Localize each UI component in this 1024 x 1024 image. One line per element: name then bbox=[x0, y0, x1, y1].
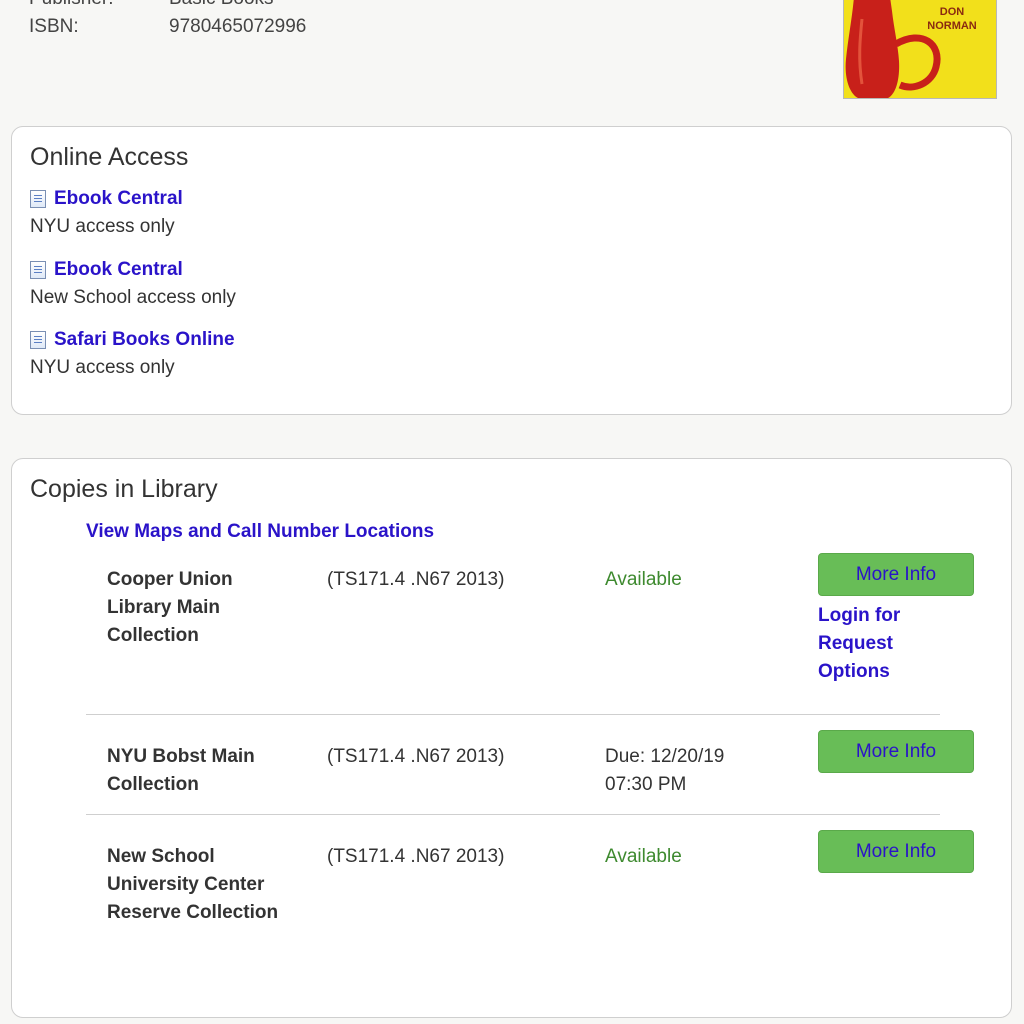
holding-call-number: (TS171.4 .N67 2013) bbox=[327, 569, 505, 590]
access-item: Ebook Central New School access only bbox=[30, 258, 236, 309]
ebook-central-link[interactable]: Ebook Central bbox=[30, 258, 236, 282]
access-item: Safari Books Online NYU access only bbox=[30, 328, 235, 379]
access-link-label: Ebook Central bbox=[54, 259, 183, 280]
holding-row: Cooper Union Library Main Collection (TS… bbox=[86, 553, 974, 706]
more-info-button[interactable]: More Info bbox=[818, 830, 974, 873]
book-cover[interactable]: DON NORMAN bbox=[843, 0, 997, 99]
record-page: Publisher: Basic Books ISBN: 97804650729… bbox=[0, 0, 1024, 1024]
copies-panel: Copies in Library View Maps and Call Num… bbox=[11, 458, 1012, 1018]
publisher-label: Publisher: bbox=[29, 0, 114, 10]
document-icon bbox=[30, 261, 46, 279]
holding-location: Cooper Union Library Main Collection bbox=[107, 569, 233, 646]
holding-location: New School University Center Reserve Col… bbox=[107, 846, 279, 923]
online-access-panel: Online Access Ebook Central NYU access o… bbox=[11, 126, 1012, 415]
cover-author: DON NORMAN bbox=[927, 6, 977, 32]
more-info-button[interactable]: More Info bbox=[818, 553, 974, 596]
more-info-button[interactable]: More Info bbox=[818, 730, 974, 773]
holding-row: NYU Bobst Main Collection (TS171.4 .N67 … bbox=[86, 730, 974, 813]
row-divider bbox=[86, 714, 940, 715]
online-access-title: Online Access bbox=[30, 143, 189, 171]
holding-location: NYU Bobst Main Collection bbox=[107, 746, 255, 795]
access-note: NYU access only bbox=[30, 357, 175, 378]
document-icon bbox=[30, 190, 46, 208]
holding-call-number: (TS171.4 .N67 2013) bbox=[327, 846, 505, 867]
holding-status: Available bbox=[605, 846, 682, 867]
isbn-label: ISBN: bbox=[29, 16, 79, 37]
document-icon bbox=[30, 331, 46, 349]
access-link-label: Safari Books Online bbox=[54, 329, 235, 350]
safari-books-link[interactable]: Safari Books Online bbox=[30, 328, 235, 352]
holding-status: Available bbox=[605, 569, 682, 590]
access-link-label: Ebook Central bbox=[54, 188, 183, 209]
ebook-central-link[interactable]: Ebook Central bbox=[30, 187, 183, 211]
copies-title: Copies in Library bbox=[30, 475, 218, 503]
login-for-request-link[interactable]: Login for Request Options bbox=[818, 602, 958, 686]
holding-status: Due: 12/20/19 07:30 PM bbox=[605, 746, 725, 795]
access-item: Ebook Central NYU access only bbox=[30, 187, 183, 238]
access-note: New School access only bbox=[30, 287, 236, 308]
holding-call-number: (TS171.4 .N67 2013) bbox=[327, 746, 505, 767]
publisher-value: Basic Books bbox=[169, 0, 274, 10]
access-note: NYU access only bbox=[30, 216, 175, 237]
holding-row: New School University Center Reserve Col… bbox=[86, 830, 974, 963]
isbn-value: 9780465072996 bbox=[169, 16, 307, 37]
view-maps-link[interactable]: View Maps and Call Number Locations bbox=[86, 521, 434, 543]
row-divider bbox=[86, 814, 940, 815]
